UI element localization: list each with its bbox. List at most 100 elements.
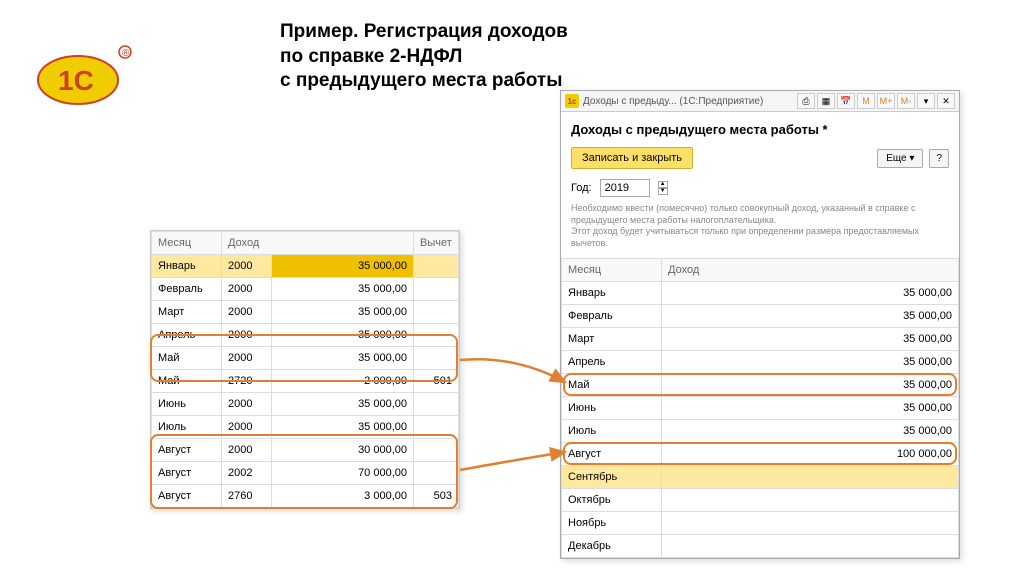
cell-month[interactable]: Апрель — [152, 324, 222, 347]
toolbar-grid-icon[interactable]: ▦ — [817, 93, 835, 109]
cell-month[interactable]: Декабрь — [562, 534, 662, 557]
table-row[interactable]: Декабрь — [562, 534, 959, 557]
cell-month[interactable]: Февраль — [562, 304, 662, 327]
cell-amount[interactable]: 35 000,00 — [272, 393, 414, 416]
cell-amount[interactable]: 30 000,00 — [272, 439, 414, 462]
col-income-right[interactable]: Доход — [662, 258, 959, 281]
cell-deduction[interactable] — [414, 278, 459, 301]
table-row[interactable]: Ноябрь — [562, 511, 959, 534]
cell-code[interactable]: 2000 — [222, 301, 272, 324]
cell-amount[interactable]: 35 000,00 — [272, 347, 414, 370]
table-row[interactable]: Январь 2000 35 000,00 — [152, 255, 459, 278]
table-row[interactable]: Август 2002 70 000,00 — [152, 462, 459, 485]
toolbar-dropdown-icon[interactable]: ▾ — [917, 93, 935, 109]
cell-month[interactable]: Май — [562, 373, 662, 396]
cell-month[interactable]: Июнь — [152, 393, 222, 416]
year-spinner-up-icon[interactable]: ▲ — [658, 181, 668, 188]
col-month-right[interactable]: Месяц — [562, 258, 662, 281]
cell-month[interactable]: Март — [152, 301, 222, 324]
cell-deduction[interactable] — [414, 416, 459, 439]
cell-month[interactable]: Июль — [152, 416, 222, 439]
cell-code[interactable]: 2000 — [222, 393, 272, 416]
cell-month[interactable]: Июль — [562, 419, 662, 442]
cell-amount[interactable] — [662, 488, 959, 511]
toolbar-m-icon[interactable]: M — [857, 93, 875, 109]
cell-deduction[interactable] — [414, 462, 459, 485]
year-spinner-down-icon[interactable]: ▼ — [658, 188, 668, 195]
toolbar-print-icon[interactable]: ⎙ — [797, 93, 815, 109]
cell-amount[interactable]: 35 000,00 — [662, 350, 959, 373]
cell-amount[interactable]: 35 000,00 — [662, 304, 959, 327]
cell-month[interactable]: Май — [152, 347, 222, 370]
cell-month[interactable]: Август — [152, 485, 222, 508]
cell-amount[interactable]: 2 000,00 — [272, 370, 414, 393]
table-row[interactable]: Август 2760 3 000,00 503 — [152, 485, 459, 508]
cell-deduction[interactable]: 501 — [414, 370, 459, 393]
col-month[interactable]: Месяц — [152, 232, 222, 255]
cell-code[interactable]: 2000 — [222, 439, 272, 462]
cell-amount[interactable] — [662, 534, 959, 557]
table-row[interactable]: Август 100 000,00 — [562, 442, 959, 465]
cell-code[interactable]: 2000 — [222, 278, 272, 301]
cell-deduction[interactable]: 503 — [414, 485, 459, 508]
cell-month[interactable]: Август — [562, 442, 662, 465]
cell-amount[interactable]: 35 000,00 — [272, 255, 414, 278]
table-row[interactable]: Октябрь — [562, 488, 959, 511]
table-row[interactable]: Февраль 35 000,00 — [562, 304, 959, 327]
table-row[interactable]: Июнь 35 000,00 — [562, 396, 959, 419]
cell-month[interactable]: Июнь — [562, 396, 662, 419]
table-row[interactable]: Август 2000 30 000,00 — [152, 439, 459, 462]
help-button[interactable]: ? — [929, 149, 949, 168]
table-row[interactable]: Апрель 2000 35 000,00 — [152, 324, 459, 347]
table-row[interactable]: Май 2720 2 000,00 501 — [152, 370, 459, 393]
table-row[interactable]: Июль 2000 35 000,00 — [152, 416, 459, 439]
cell-month[interactable]: Август — [152, 439, 222, 462]
cell-month[interactable]: Март — [562, 327, 662, 350]
cell-code[interactable]: 2760 — [222, 485, 272, 508]
cell-amount[interactable]: 35 000,00 — [662, 327, 959, 350]
cell-amount[interactable]: 35 000,00 — [662, 396, 959, 419]
cell-deduction[interactable] — [414, 393, 459, 416]
cell-amount[interactable] — [662, 511, 959, 534]
table-row[interactable]: Апрель 35 000,00 — [562, 350, 959, 373]
table-row[interactable]: Май 2000 35 000,00 — [152, 347, 459, 370]
cell-amount[interactable]: 100 000,00 — [662, 442, 959, 465]
cell-amount[interactable]: 70 000,00 — [272, 462, 414, 485]
cell-month[interactable]: Октябрь — [562, 488, 662, 511]
cell-month[interactable]: Январь — [562, 281, 662, 304]
cell-amount[interactable] — [662, 465, 959, 488]
cell-month[interactable]: Сентябрь — [562, 465, 662, 488]
window-titlebar[interactable]: 1c Доходы с предыду... (1С:Предприятие) … — [561, 91, 959, 112]
cell-code[interactable]: 2000 — [222, 416, 272, 439]
table-row[interactable]: Март 2000 35 000,00 — [152, 301, 459, 324]
table-row[interactable]: Январь 35 000,00 — [562, 281, 959, 304]
cell-amount[interactable]: 35 000,00 — [662, 281, 959, 304]
cell-month[interactable]: Февраль — [152, 278, 222, 301]
cell-month[interactable]: Май — [152, 370, 222, 393]
col-income[interactable]: Доход — [222, 232, 414, 255]
table-row[interactable]: Май 35 000,00 — [562, 373, 959, 396]
cell-amount[interactable]: 35 000,00 — [662, 419, 959, 442]
cell-month[interactable]: Ноябрь — [562, 511, 662, 534]
year-input[interactable] — [600, 179, 650, 197]
cell-deduction[interactable] — [414, 324, 459, 347]
table-row[interactable]: Июль 35 000,00 — [562, 419, 959, 442]
table-row[interactable]: Июнь 2000 35 000,00 — [152, 393, 459, 416]
table-row[interactable]: Сентябрь — [562, 465, 959, 488]
cell-amount[interactable]: 35 000,00 — [272, 301, 414, 324]
cell-month[interactable]: Август — [152, 462, 222, 485]
cell-deduction[interactable] — [414, 255, 459, 278]
cell-code[interactable]: 2000 — [222, 347, 272, 370]
cell-amount[interactable]: 35 000,00 — [272, 278, 414, 301]
save-close-button[interactable]: Записать и закрыть — [571, 147, 693, 169]
cell-amount[interactable]: 35 000,00 — [662, 373, 959, 396]
cell-code[interactable]: 2000 — [222, 324, 272, 347]
table-row[interactable]: Март 35 000,00 — [562, 327, 959, 350]
toolbar-mplus-icon[interactable]: M+ — [877, 93, 895, 109]
cell-deduction[interactable] — [414, 439, 459, 462]
cell-deduction[interactable] — [414, 347, 459, 370]
cell-code[interactable]: 2002 — [222, 462, 272, 485]
more-button[interactable]: Еще ▾ — [877, 149, 923, 168]
cell-month[interactable]: Январь — [152, 255, 222, 278]
cell-amount[interactable]: 35 000,00 — [272, 324, 414, 347]
